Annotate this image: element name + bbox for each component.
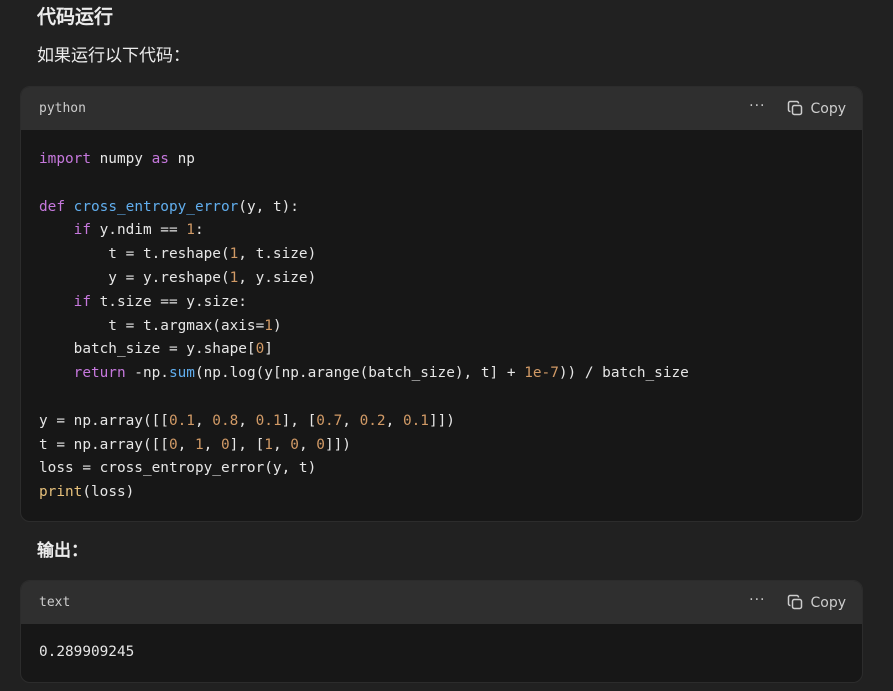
code-token: if (73, 293, 91, 310)
chat-message: 代码运行 如果运行以下代码： python ··· Copy import nu… (0, 0, 893, 691)
code-token: , y.size) (238, 269, 317, 286)
code-token: 0 (255, 341, 265, 358)
python-code-block: python ··· Copy import numpy as np def c… (20, 86, 863, 522)
code-token: : (194, 222, 204, 239)
code-line: y = y.reshape(1, y.size) (39, 270, 316, 286)
code-block-actions: ··· Copy (749, 98, 846, 117)
code-token: -np. (125, 365, 169, 382)
copy-label: Copy (810, 594, 846, 611)
code-token: 0 (168, 436, 178, 453)
code-token: , (238, 412, 256, 429)
intro-text: 如果运行以下代码： (37, 46, 190, 66)
code-line: t = np.array([[0, 1, 0], [1, 0, 0]]) (39, 437, 351, 453)
code-token: loss = cross_entropy_error(y, t) (39, 460, 317, 477)
code-token: 0.2 (359, 412, 386, 429)
code-token: , t.size) (238, 246, 317, 263)
code-token: batch_size = y.shape[ (39, 341, 256, 358)
code-token: 0 (290, 436, 299, 453)
code-token: 0 (316, 436, 325, 453)
code-token: , (272, 436, 291, 453)
code-token: cross_entropy_error (73, 198, 239, 215)
code-token: (y, t): (238, 198, 299, 215)
code-token: t = t.argmax(axis= (39, 317, 265, 334)
code-language-label: python (39, 101, 86, 116)
code-token: 0.1 (168, 412, 195, 429)
code-token: 1 (229, 269, 239, 286)
more-options-icon[interactable]: ··· (749, 98, 765, 114)
code-token: 1 (264, 436, 273, 453)
code-line: t = t.reshape(1, t.size) (39, 246, 316, 262)
code-token: ]]) (428, 412, 455, 429)
code-block-header: python ··· Copy (21, 87, 862, 130)
code-token: y.ndim == (90, 222, 187, 239)
code-line: if t.size == y.size: (39, 294, 247, 310)
code-token: t = t.reshape( (39, 246, 230, 263)
output-code-block: text ··· Copy 0.289909245 (20, 580, 863, 683)
code-line: print(loss) (39, 484, 134, 500)
copy-icon (788, 100, 803, 116)
copy-label: Copy (810, 100, 846, 117)
code-token: , (342, 412, 360, 429)
code-token: 0.7 (316, 412, 343, 429)
code-token: , (194, 412, 213, 429)
code-token: 0 (220, 436, 230, 453)
code-token: 1e-7 (524, 365, 559, 382)
code-token: ] (264, 341, 273, 358)
output-value[interactable]: 0.289909245 (21, 624, 862, 665)
code-token: np (168, 151, 195, 167)
code-token: (np.log(y[np.arange(batch_size), t] + (194, 365, 525, 382)
code-line: return -np.sum(np.log(y[np.arange(batch_… (39, 365, 689, 381)
code-token: t.size == y.size: (90, 293, 247, 310)
code-token: y = np.array([[ (39, 412, 169, 429)
code-token: ]]) (324, 436, 351, 453)
code-token: return (73, 365, 126, 382)
code-token: ], [ (281, 412, 317, 429)
code-token: if (73, 222, 91, 239)
code-token: (loss) (82, 484, 135, 501)
code-token: 1 (194, 436, 204, 453)
copy-code-button[interactable]: Copy (787, 100, 846, 117)
code-token: , (298, 436, 317, 453)
more-options-icon[interactable]: ··· (749, 592, 765, 608)
code-line: import numpy as np (39, 151, 195, 167)
code-token: 0.1 (402, 412, 429, 429)
code-block-header: text ··· Copy (21, 581, 862, 624)
code-token: print (39, 484, 83, 501)
code-token: t = np.array([[ (39, 436, 169, 453)
code-line: loss = cross_entropy_error(y, t) (39, 460, 316, 476)
code-token: numpy (90, 151, 152, 167)
code-token: , (203, 436, 221, 453)
code-line: def cross_entropy_error(y, t): (39, 199, 299, 215)
code-token: )) / batch_size (558, 365, 689, 382)
section-heading: 代码运行 (37, 6, 114, 28)
code-token: ) (272, 317, 282, 334)
code-token: def (39, 198, 65, 215)
code-token: 1 (186, 222, 195, 239)
code-line: y = np.array([[0.1, 0.8, 0.1], [0.7, 0.2… (39, 413, 455, 429)
code-token: 0.8 (212, 412, 239, 429)
code-token: , (385, 412, 403, 429)
code-line: if y.ndim == 1: (39, 222, 204, 238)
code-token: 1 (229, 246, 239, 263)
output-heading: 输出： (37, 541, 88, 561)
code-token: 1 (264, 317, 273, 334)
code-token: ], [ (229, 436, 265, 453)
copy-output-button[interactable]: Copy (787, 594, 846, 611)
code-token: as (151, 151, 169, 167)
code-token: y = y.reshape( (39, 269, 230, 286)
code-token: 0.1 (255, 412, 282, 429)
code-token: , (177, 436, 195, 453)
code-token: sum (168, 365, 195, 382)
code-content[interactable]: import numpy as np def cross_entropy_err… (21, 130, 862, 505)
code-token: import (39, 151, 91, 167)
code-language-label: text (39, 595, 71, 610)
code-line: batch_size = y.shape[0] (39, 341, 273, 357)
copy-icon (788, 594, 803, 610)
code-line: t = t.argmax(axis=1) (39, 317, 282, 334)
code-block-actions: ··· Copy (749, 592, 846, 611)
